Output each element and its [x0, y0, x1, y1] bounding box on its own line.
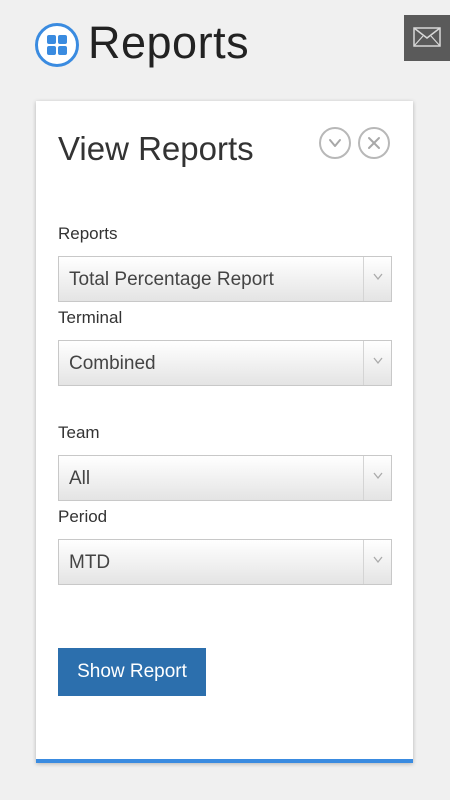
reports-select[interactable]: Total Percentage Report [58, 256, 392, 302]
page-title: Reports [88, 17, 250, 68]
dropdown-arrow-icon [363, 540, 391, 584]
period-select[interactable]: MTD [58, 539, 392, 585]
team-select[interactable]: All [58, 455, 392, 501]
team-label: Team [58, 423, 100, 442]
period-label: Period [58, 507, 108, 526]
dropdown-arrow-icon [363, 341, 391, 385]
grid-icon[interactable] [35, 23, 79, 67]
view-reports-card: View Reports Reports Total Percentage Re… [36, 101, 413, 763]
show-report-button[interactable]: Show Report [58, 648, 206, 696]
card-title: View Reports [58, 130, 254, 167]
collapse-button[interactable] [319, 127, 351, 159]
reports-label: Reports [58, 224, 118, 243]
dropdown-arrow-icon [363, 456, 391, 500]
app-header: Reports [0, 0, 450, 90]
team-select-value: All [69, 468, 91, 489]
terminal-select[interactable]: Combined [58, 340, 392, 386]
period-select-value: MTD [69, 552, 111, 573]
mail-button[interactable] [404, 15, 450, 61]
terminal-select-value: Combined [69, 353, 156, 374]
dropdown-arrow-icon [363, 257, 391, 301]
terminal-label: Terminal [58, 308, 123, 327]
reports-select-value: Total Percentage Report [69, 269, 274, 290]
close-button[interactable] [358, 127, 390, 159]
